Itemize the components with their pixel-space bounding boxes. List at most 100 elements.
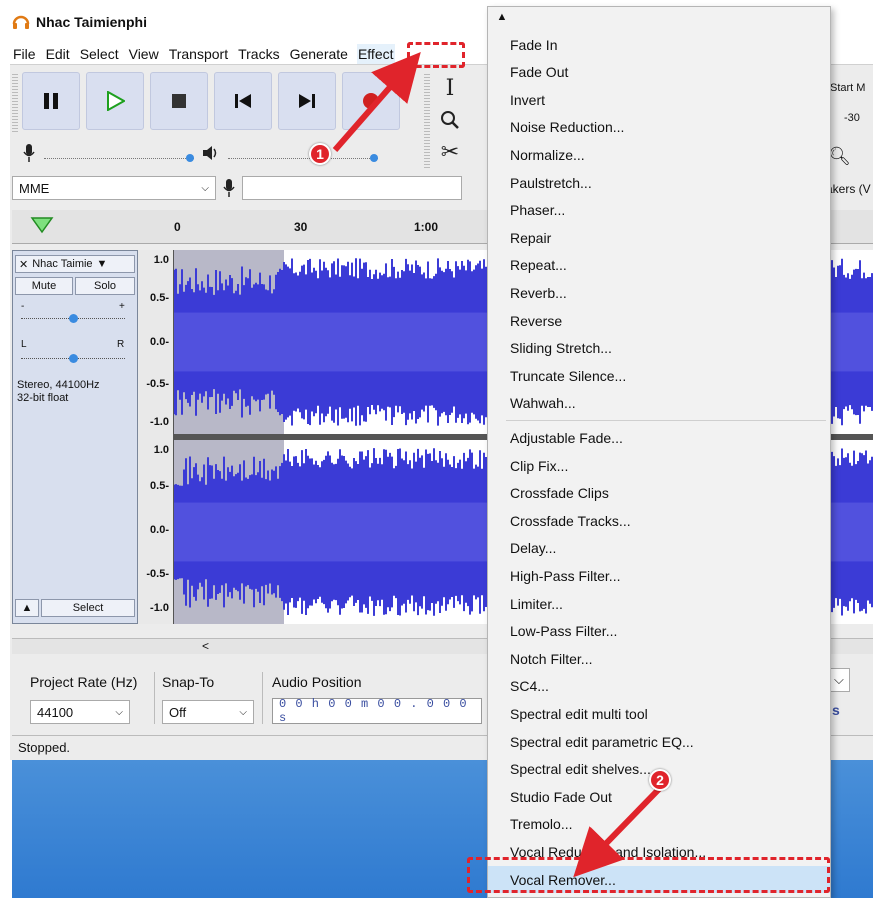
effect-menu-item[interactable]: Phaser...	[488, 197, 830, 224]
effect-menu-item[interactable]: Wahwah...	[488, 390, 830, 417]
close-icon[interactable]: ✕	[19, 258, 28, 271]
effect-menu-item[interactable]: Delay...	[488, 535, 830, 562]
ruler-tick: 1:00	[414, 220, 439, 234]
project-rate-value: 44100	[37, 704, 74, 720]
effect-menu-item[interactable]: Paulstretch...	[488, 169, 830, 196]
recording-device-select[interactable]	[242, 176, 462, 200]
scroll-left-icon[interactable]: <	[202, 639, 209, 653]
effect-menu-item[interactable]: Noise Reduction...	[488, 114, 830, 141]
track-info-rate: Stereo, 44100Hz	[17, 379, 100, 391]
record-button[interactable]	[342, 72, 400, 130]
effect-menu-item[interactable]: SC4...	[488, 673, 830, 700]
chevron-down-icon: ⌵	[201, 182, 209, 194]
scale-label: 0.0-	[150, 336, 169, 348]
pan-slider[interactable]	[21, 349, 125, 363]
ruler-tick: 0	[174, 220, 181, 234]
menu-select[interactable]: Select	[79, 44, 120, 64]
device-toolbar: MME ⌵	[12, 175, 462, 201]
selection-end-fragment: s	[832, 702, 840, 718]
audio-position-input[interactable]: 0 0 h 0 0 m 0 0 . 0 0 0 s	[272, 697, 482, 725]
effect-menu-item[interactable]: Repeat...	[488, 252, 830, 279]
menu-effect[interactable]: Effect	[356, 44, 395, 64]
effect-menu-item[interactable]: Reverse	[488, 307, 830, 334]
microphone-icon	[223, 179, 235, 197]
effect-menu-item[interactable]: Notch Filter...	[488, 645, 830, 672]
audio-host-select[interactable]: MME ⌵	[12, 176, 216, 200]
skip-to-start-button[interactable]	[214, 72, 272, 130]
effect-menu-item[interactable]: Fade Out	[488, 59, 830, 86]
menu-separator	[506, 420, 826, 422]
transport-toolbar	[22, 72, 400, 130]
menu-transport[interactable]: Transport	[168, 44, 229, 64]
zoom-tool-icon[interactable]	[432, 104, 468, 136]
effect-menu-item[interactable]: Adjustable Fade...	[488, 424, 830, 451]
effect-menu-highlight	[407, 42, 465, 68]
gain-slider-knob[interactable]	[69, 314, 78, 323]
snap-to-select[interactable]: Off ⌵	[162, 700, 254, 724]
effect-menu-item[interactable]: Clip Fix...	[488, 452, 830, 479]
vocal-remover-highlight	[467, 857, 830, 893]
tools-grip[interactable]	[424, 74, 430, 170]
cut-icon[interactable]: ✂	[432, 136, 468, 168]
menu-bar: File Edit Select View Transport Tracks G…	[12, 44, 395, 64]
effect-menu-item[interactable]: Repair	[488, 224, 830, 251]
effect-menu-item[interactable]: Low-Pass Filter...	[488, 618, 830, 645]
effect-menu-item[interactable]: High-Pass Filter...	[488, 562, 830, 589]
menu-view[interactable]: View	[128, 44, 160, 64]
menu-tracks[interactable]: Tracks	[237, 44, 280, 64]
toolbar-grip[interactable]	[12, 74, 18, 132]
mute-button[interactable]: Mute	[15, 277, 73, 295]
playback-volume-slider[interactable]	[228, 147, 378, 162]
solo-button[interactable]: Solo	[75, 277, 135, 295]
menu-edit[interactable]: Edit	[45, 44, 71, 64]
effect-menu-item[interactable]: Fade In	[488, 31, 830, 58]
mixer-toolbar	[22, 138, 422, 168]
effect-menu-item[interactable]: Truncate Silence...	[488, 362, 830, 389]
play-button[interactable]	[86, 72, 144, 130]
scale-label: 0.5-	[150, 292, 169, 304]
zoom-in-icon[interactable]: 🔍︎	[828, 146, 851, 167]
play-icon	[107, 91, 125, 111]
pan-slider-knob[interactable]	[69, 354, 78, 363]
scale-label: -0.5-	[146, 568, 169, 580]
select-track-button[interactable]: Select	[41, 599, 135, 617]
meter-start-label: Start M	[830, 82, 866, 94]
ruler-tick: 30	[294, 220, 308, 234]
effect-menu: ▲ Fade In Fade Out Invert Noise Reduction..…	[487, 6, 831, 898]
effect-menu-item[interactable]: Normalize...	[488, 141, 830, 168]
effect-menu-item[interactable]: Tremolo...	[488, 811, 830, 838]
menu-generate[interactable]: Generate	[289, 44, 349, 64]
effect-menu-item[interactable]: Crossfade Tracks...	[488, 507, 830, 534]
effect-menu-item[interactable]: Spectral edit parametric EQ...	[488, 728, 830, 755]
collapse-button[interactable]: ▲	[15, 599, 39, 617]
effect-menu-item[interactable]: Sliding Stretch...	[488, 335, 830, 362]
separator	[154, 672, 155, 724]
effect-menu-item[interactable]: Invert	[488, 86, 830, 113]
skip-to-end-button[interactable]	[278, 72, 336, 130]
effect-menu-item[interactable]: Limiter...	[488, 590, 830, 617]
effect-menu-item[interactable]: Spectral edit multi tool	[488, 700, 830, 727]
menu-file[interactable]: File	[12, 44, 37, 64]
project-rate-select[interactable]: 44100 ⌵	[30, 700, 130, 724]
gain-slider[interactable]	[21, 309, 125, 323]
separator	[262, 672, 263, 724]
effect-menu-item[interactable]: Crossfade Clips	[488, 480, 830, 507]
effect-menu-item[interactable]: Reverb...	[488, 279, 830, 306]
skip-end-icon	[299, 94, 315, 108]
play-head-icon[interactable]	[30, 216, 56, 234]
stop-button[interactable]	[150, 72, 208, 130]
track-name-dropdown[interactable]: ✕ Nhac Taimie ▼	[15, 255, 135, 273]
selection-tool-icon[interactable]: I	[432, 72, 468, 104]
slider-knob[interactable]	[186, 154, 194, 162]
recording-volume-slider[interactable]	[44, 147, 194, 162]
audio-host-value: MME	[19, 180, 50, 196]
amplitude-scale: 1.0 0.5- 0.0- -0.5- -1.0 1.0 0.5- 0.0- -…	[138, 250, 174, 624]
pause-button[interactable]	[22, 72, 80, 130]
step-1-badge: 1	[309, 143, 331, 165]
slider-knob[interactable]	[370, 154, 378, 162]
menu-scroll-up-icon[interactable]: ▲	[488, 7, 516, 27]
chevron-down-icon[interactable]: ⌵	[830, 668, 850, 692]
record-icon	[363, 93, 379, 109]
output-device-partial: akers (V	[826, 182, 871, 196]
audio-position-value: 0 0 h 0 0 m 0 0 . 0 0 0 s	[279, 697, 468, 725]
